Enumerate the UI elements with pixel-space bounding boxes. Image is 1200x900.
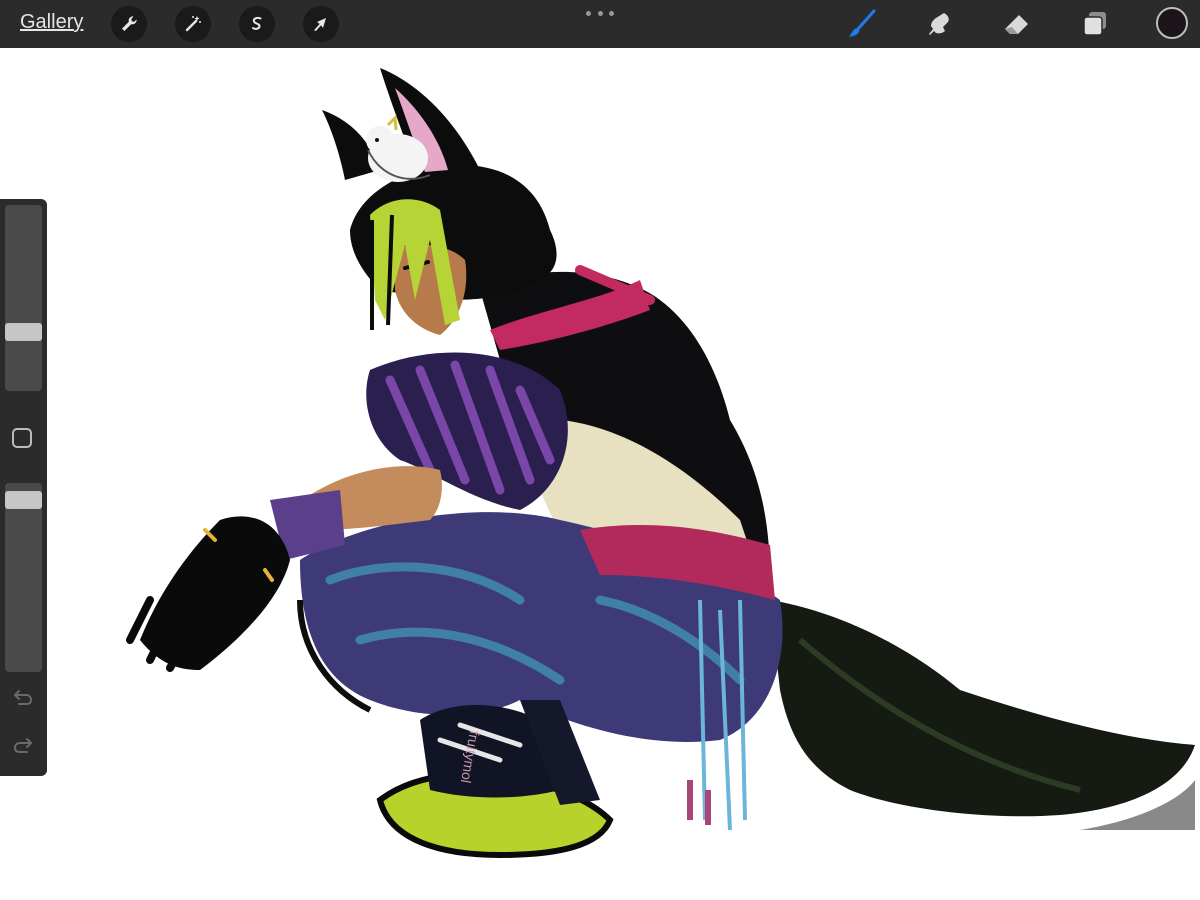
selection-button[interactable]	[239, 6, 275, 42]
color-picker-button[interactable]	[1156, 7, 1188, 39]
more-dot	[597, 10, 603, 16]
layers-button[interactable]	[1078, 7, 1112, 41]
brush-icon	[849, 9, 876, 37]
eraser-tool-button[interactable]	[1000, 7, 1034, 41]
selection-icon	[252, 16, 262, 30]
wrench-icon	[122, 16, 137, 31]
eraser-icon	[1005, 15, 1028, 34]
magic-wand-icon	[185, 16, 201, 32]
brush-tool-button[interactable]	[845, 7, 879, 41]
more-dot	[609, 10, 614, 16]
more-options-button[interactable]	[586, 8, 614, 18]
top-toolbar: Gallery	[0, 0, 1200, 48]
smudge-tool-button[interactable]	[922, 7, 956, 41]
gallery-button[interactable]: Gallery	[20, 11, 83, 34]
more-dot	[586, 10, 591, 16]
smudge-icon	[929, 13, 949, 35]
layers-icon	[1083, 12, 1106, 36]
actions-button[interactable]	[111, 6, 147, 42]
artwork-illustration	[126, 68, 1195, 859]
transform-arrow-icon	[314, 18, 326, 31]
transform-button[interactable]	[303, 6, 339, 42]
drawing-canvas[interactable]: fruitymol	[0, 48, 1200, 900]
adjustments-button[interactable]	[175, 6, 211, 42]
